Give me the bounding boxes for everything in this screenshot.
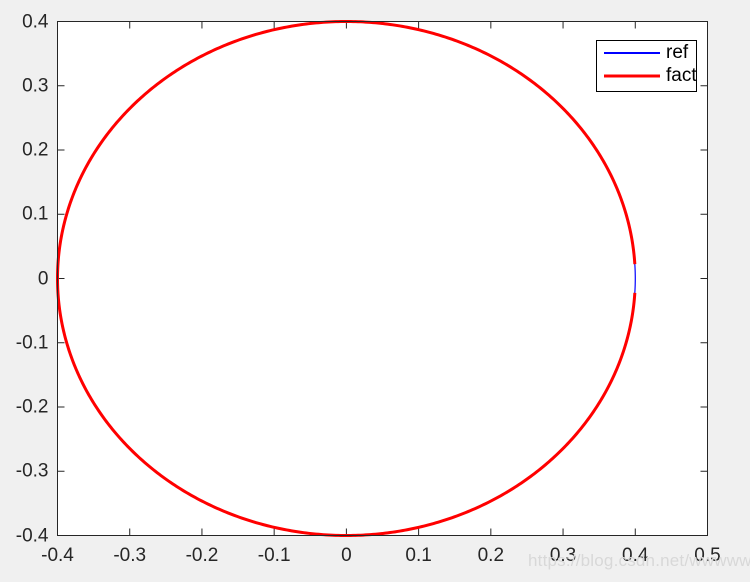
y-tick-label: 0: [37, 268, 49, 289]
x-tick-label: -0.4: [41, 544, 74, 566]
y-tick-label: 0.1: [22, 203, 49, 225]
y-tick-label: 0.2: [22, 139, 49, 161]
y-tick-label: -0.3: [15, 460, 49, 482]
legend-label-ref: ref: [666, 42, 689, 63]
x-tick-label: -0.1: [257, 544, 291, 566]
y-tick-label: -0.1: [15, 332, 49, 354]
x-tick-label: -0.2: [185, 544, 219, 566]
matlab-figure-window: -0.4 -0.3 -0.2 -0.1 0 0.1 0.2 0.3 0.4 -0.4 -0.3 -0…: [0, 0, 750, 582]
legend[interactable]: ref fact: [596, 40, 697, 92]
legend-entry-fact[interactable]: fact: [597, 64, 697, 87]
legend-line-icon-fact: [604, 70, 660, 82]
legend-line-icon-ref: [604, 47, 660, 59]
y-tick-label: -0.2: [15, 396, 49, 418]
axes-background: [57, 21, 708, 536]
legend-entry-ref[interactable]: ref: [597, 41, 696, 64]
y-tick-label: 0.4: [22, 11, 49, 32]
x-tick-label: 0.1: [405, 544, 432, 566]
watermark-text: https://blog.csdn.net/wwwwwy: [528, 551, 750, 570]
x-tick-label: -0.3: [113, 544, 147, 566]
y-tick-label: 0.3: [22, 75, 49, 97]
x-tick-label: 0: [341, 544, 352, 566]
legend-label-fact: fact: [666, 65, 697, 86]
y-tick-label: -0.4: [15, 525, 49, 546]
x-tick-label: 0.2: [477, 544, 505, 566]
